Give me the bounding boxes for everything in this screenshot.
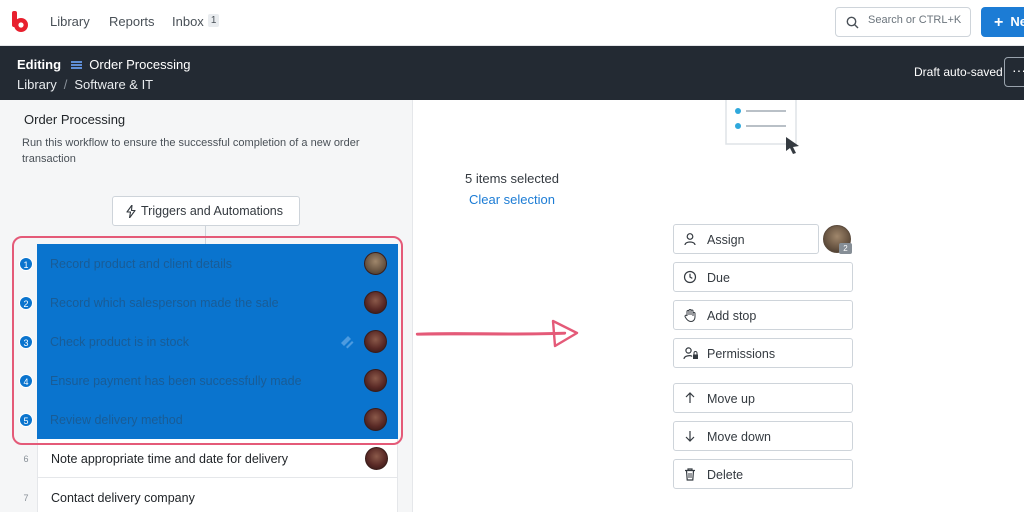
- assignee-count-badge: 2: [839, 243, 852, 254]
- task-title: Review delivery method: [50, 413, 183, 427]
- assignee-avatar[interactable]: [364, 252, 387, 275]
- task-row[interactable]: Record product and client details: [37, 244, 398, 283]
- permissions-label: Permissions: [707, 347, 776, 361]
- search-icon: [846, 16, 859, 29]
- connector-line: [205, 226, 206, 244]
- due-label: Due: [707, 271, 730, 285]
- assignee-avatar[interactable]: [364, 369, 387, 392]
- task-number: 3: [19, 335, 33, 349]
- task-title: Record which salesperson made the sale: [50, 296, 279, 310]
- task-row[interactable]: Review delivery method: [37, 400, 398, 439]
- editing-title: Editing Order Processing: [17, 57, 190, 72]
- task-number: 1: [19, 257, 33, 271]
- clear-selection-link[interactable]: Clear selection: [0, 192, 1024, 207]
- nav-inbox-label: Inbox: [172, 14, 204, 29]
- task-number: 2: [19, 296, 33, 310]
- brand-logo[interactable]: [12, 11, 28, 33]
- more-options-button[interactable]: ···: [1004, 57, 1024, 87]
- selection-count: 5 items selected: [465, 171, 559, 186]
- move-down-button[interactable]: Move down: [673, 421, 853, 451]
- trash-icon: [685, 468, 695, 481]
- breadcrumb-library[interactable]: Library: [17, 77, 57, 92]
- arrow-down-icon: [685, 431, 695, 442]
- user-lock-icon: [683, 347, 698, 360]
- top-navbar: Library Reports Inbox1 + Ne: [0, 0, 1024, 46]
- workflow-description[interactable]: Run this workflow to ensure the successf…: [22, 135, 382, 167]
- task-number: 4: [19, 374, 33, 388]
- editing-label: Editing: [17, 57, 62, 72]
- move-up-label: Move up: [707, 392, 755, 406]
- breadcrumb: Library / Software & IT: [17, 77, 153, 92]
- assignee-avatar[interactable]: [364, 291, 387, 314]
- autosave-status: Draft auto-saved: [914, 65, 1003, 79]
- plus-icon: +: [994, 14, 1004, 31]
- task-row[interactable]: Ensure payment has been successfully mad…: [37, 361, 398, 400]
- task-number: 7: [23, 493, 29, 503]
- breadcrumb-software-it[interactable]: Software & IT: [74, 77, 153, 92]
- assignee-avatar[interactable]: [364, 330, 387, 353]
- nav-inbox-link[interactable]: Inbox 1: [172, 14, 220, 29]
- workflow-panel: Order Processing Run this workflow to en…: [0, 100, 413, 512]
- clock-icon: [683, 270, 697, 284]
- task-row[interactable]: Note appropriate time and date for deliv…: [37, 439, 398, 478]
- new-button-label: Ne: [1010, 14, 1024, 29]
- assignee-avatar[interactable]: [365, 447, 388, 470]
- workflow-icon: [70, 61, 82, 69]
- move-down-label: Move down: [707, 430, 771, 444]
- task-title: Note appropriate time and date for deliv…: [51, 452, 288, 466]
- assign-label: Assign: [707, 233, 745, 247]
- new-button[interactable]: + Ne: [981, 7, 1024, 37]
- assign-button[interactable]: Assign: [673, 224, 819, 254]
- task-row[interactable]: Record which salesperson made the sale: [37, 283, 398, 322]
- breadcrumb-separator: /: [63, 77, 68, 92]
- annotation-arrow-icon: [415, 319, 579, 348]
- editing-header: Editing Order Processing Library / Softwar…: [0, 46, 1024, 100]
- task-title: Check product is in stock: [50, 335, 189, 349]
- search-input[interactable]: [868, 14, 968, 26]
- permissions-button[interactable]: Permissions: [673, 338, 853, 368]
- move-up-button[interactable]: Move up: [673, 383, 853, 413]
- nav-reports-link[interactable]: Reports: [109, 14, 155, 29]
- delete-label: Delete: [707, 468, 744, 482]
- due-button[interactable]: Due: [673, 262, 853, 292]
- tag-icon: [341, 336, 354, 349]
- hand-stop-icon: [684, 309, 696, 322]
- task-row[interactable]: Contact delivery company: [37, 478, 398, 512]
- delete-button[interactable]: Delete: [673, 459, 853, 489]
- nav-library-link[interactable]: Library: [50, 14, 90, 29]
- search-box[interactable]: [835, 7, 971, 37]
- task-title: Contact delivery company: [51, 491, 195, 505]
- assignee-avatar[interactable]: [364, 408, 387, 431]
- task-list: Record product and client details Record…: [37, 244, 398, 512]
- add-stop-button[interactable]: Add stop: [673, 300, 853, 330]
- task-number: 5: [19, 413, 33, 427]
- task-row[interactable]: Check product is in stock: [37, 322, 398, 361]
- inbox-count-badge: 1: [207, 14, 220, 27]
- workflow-title: Order Processing: [89, 57, 191, 72]
- add-stop-label: Add stop: [707, 309, 757, 323]
- task-number: 6: [23, 454, 29, 464]
- arrow-up-icon: [685, 392, 695, 403]
- user-icon: [684, 233, 696, 246]
- task-title: Ensure payment has been successfully mad…: [50, 374, 302, 388]
- task-title: Record product and client details: [50, 257, 233, 271]
- more-icon: ···: [1012, 62, 1024, 78]
- workflow-name[interactable]: Order Processing: [24, 112, 125, 127]
- selection-illustration: [725, 100, 799, 154]
